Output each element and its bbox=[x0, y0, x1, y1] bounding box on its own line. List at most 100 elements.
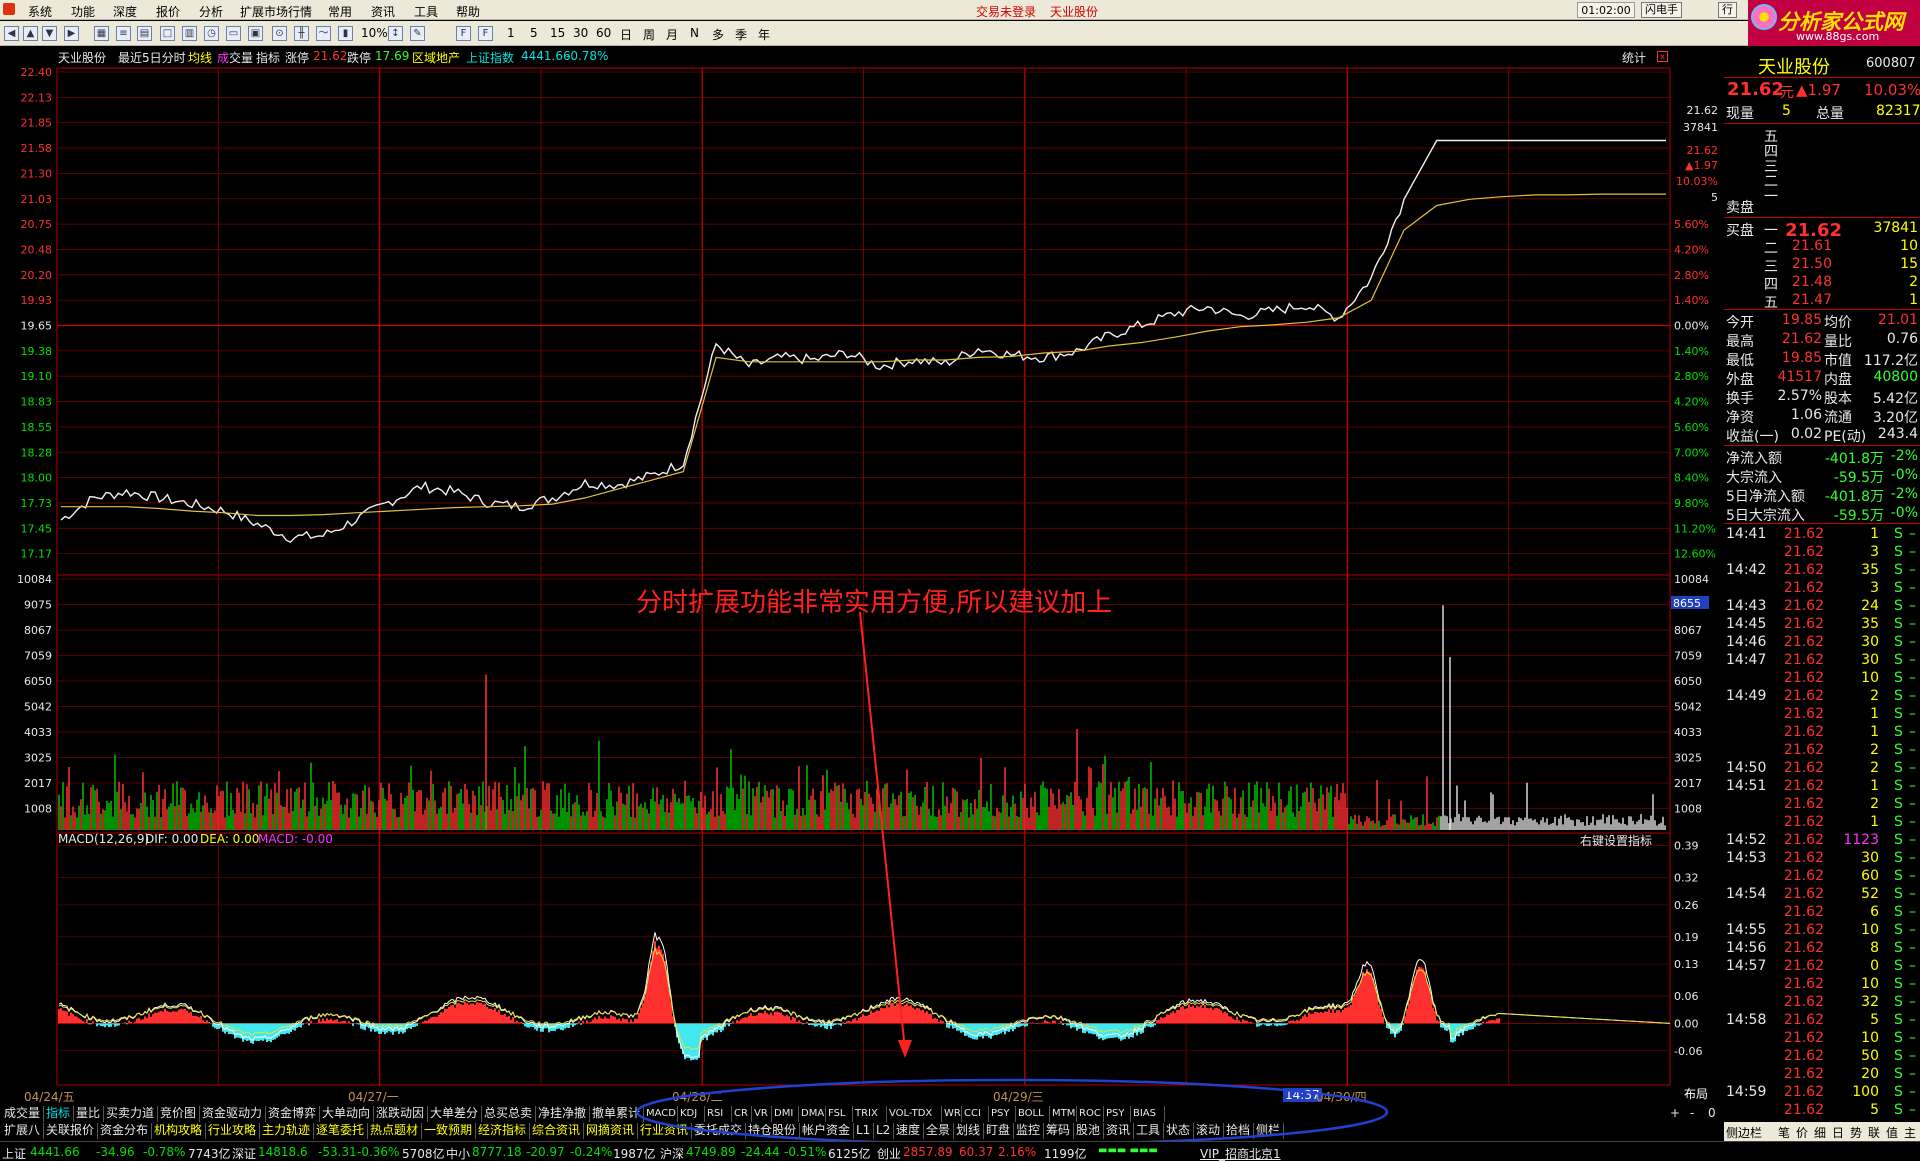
right-tab-4[interactable]: 日 bbox=[1832, 1124, 1844, 1141]
box-icon[interactable]: ▣ bbox=[248, 26, 263, 41]
tabs2-tab-15[interactable]: 帐户资金 bbox=[800, 1123, 854, 1139]
down-arrow-icon[interactable]: ▼ bbox=[42, 26, 57, 41]
table-icon[interactable]: ▤ bbox=[137, 26, 152, 41]
tabs2-tab-24[interactable]: 股池 bbox=[1074, 1123, 1104, 1139]
tabs1-tab-13[interactable]: MACD bbox=[644, 1106, 678, 1122]
right-tab-5[interactable]: 势 bbox=[1850, 1124, 1862, 1141]
sort-icon[interactable]: ↕ bbox=[388, 26, 403, 41]
period-month[interactable]: 月 bbox=[666, 26, 678, 43]
tabs1-tab-4[interactable]: 竞价图 bbox=[158, 1106, 200, 1122]
tabs2-tab-2[interactable]: 资金分布 bbox=[98, 1123, 152, 1139]
tabs2-tab-20[interactable]: 划线 bbox=[954, 1123, 984, 1139]
tabs2-tab-26[interactable]: 工具 bbox=[1134, 1123, 1164, 1139]
tabs1-tab-6[interactable]: 资金博弈 bbox=[266, 1106, 320, 1122]
app-logo-icon[interactable] bbox=[3, 3, 15, 15]
right-tab-3[interactable]: 细 bbox=[1814, 1124, 1826, 1141]
tabs2-tab-5[interactable]: 主力轨迹 bbox=[260, 1123, 314, 1139]
tabs1-tab-22[interactable]: VOL-TDX bbox=[887, 1106, 942, 1122]
right-tab-2[interactable]: 价 bbox=[1796, 1124, 1808, 1141]
tabs1-tab-1[interactable]: 指标 bbox=[44, 1106, 74, 1122]
tabs1-tab-0[interactable]: 成交量 bbox=[2, 1106, 44, 1122]
line-chart-icon[interactable]: 〜 bbox=[316, 26, 331, 41]
tabs1-tab-20[interactable]: FSL bbox=[826, 1106, 853, 1122]
tabs1-tab-11[interactable]: 净挂净撤 bbox=[536, 1106, 590, 1122]
tabs1-tab-29[interactable]: PSY bbox=[1104, 1106, 1131, 1122]
back-arrow-icon[interactable]: ◀ bbox=[4, 26, 19, 41]
clock-icon[interactable]: ◷ bbox=[204, 26, 219, 41]
tabs1-tab-7[interactable]: 大单动向 bbox=[320, 1106, 374, 1122]
tabs1-tab-2[interactable]: 量比 bbox=[74, 1106, 104, 1122]
percent-toggle[interactable]: 10% bbox=[361, 26, 388, 40]
menu-news[interactable]: 资讯 bbox=[371, 3, 395, 20]
tabs1-tab-21[interactable]: TRIX bbox=[853, 1106, 887, 1122]
forward-arrow-icon[interactable]: ▶ bbox=[64, 26, 79, 41]
sz-label[interactable]: 深证 bbox=[232, 1145, 256, 1161]
tabs1-tab-26[interactable]: BOLL bbox=[1016, 1106, 1050, 1122]
tabs1-tab-23[interactable]: WR bbox=[942, 1106, 962, 1122]
period-year[interactable]: 年 bbox=[758, 26, 770, 43]
tabs2-tab-16[interactable]: L1 bbox=[854, 1123, 874, 1139]
trade-button[interactable]: 行 bbox=[1718, 2, 1737, 18]
tabs2-tab-12[interactable]: 行业资讯 bbox=[638, 1123, 692, 1139]
right-tab-6[interactable]: 联 bbox=[1868, 1124, 1880, 1141]
menu-common[interactable]: 常用 bbox=[328, 3, 352, 20]
menu-depth[interactable]: 深度 bbox=[113, 3, 137, 20]
tabs2-tab-28[interactable]: 滚动 bbox=[1194, 1123, 1224, 1139]
tabs1-tab-3[interactable]: 买卖力道 bbox=[104, 1106, 158, 1122]
tabs2-tab-10[interactable]: 综合资讯 bbox=[530, 1123, 584, 1139]
tabs2-tab-4[interactable]: 行业攻略 bbox=[206, 1123, 260, 1139]
tabs1-tab-25[interactable]: PSY bbox=[989, 1106, 1016, 1122]
bar-chart-icon[interactable]: ▮ bbox=[338, 26, 353, 41]
menu-analysis[interactable]: 分析 bbox=[199, 3, 223, 20]
zoom-out-button[interactable]: - bbox=[1690, 1106, 1694, 1120]
hs-label[interactable]: 沪深 bbox=[660, 1145, 684, 1161]
info-sector[interactable]: 区域地产 bbox=[412, 49, 460, 66]
tabs2-tab-7[interactable]: 热点题材 bbox=[368, 1123, 422, 1139]
tabs2-tab-0[interactable]: 扩展八 bbox=[2, 1123, 44, 1139]
right-tab-0[interactable]: 侧边栏 bbox=[1726, 1124, 1762, 1141]
vip-server[interactable]: VIP_招商北京1 bbox=[1200, 1145, 1281, 1161]
stats-button[interactable]: 统计 bbox=[1622, 49, 1646, 66]
tabs1-tab-12[interactable]: 撤单累计 bbox=[590, 1106, 644, 1122]
menu-quote[interactable]: 报价 bbox=[156, 3, 180, 20]
right-tab-8[interactable]: 主 bbox=[1904, 1124, 1916, 1141]
menu-system[interactable]: 系统 bbox=[28, 3, 52, 20]
tabs1-tab-27[interactable]: MTM bbox=[1050, 1106, 1077, 1122]
tick-box[interactable]: 14:41 21.62 1 S –21.62 3 S –14:42 21.62 35 S –21.62… bbox=[1724, 525, 1920, 1121]
up-arrow-icon[interactable]: ▲ bbox=[23, 26, 38, 41]
tabs2-tab-11[interactable]: 网摘资讯 bbox=[584, 1123, 638, 1139]
tabs2-tab-3[interactable]: 机构攻略 bbox=[152, 1123, 206, 1139]
period-multi[interactable]: 多 bbox=[712, 26, 724, 43]
period-60min[interactable]: 60 bbox=[596, 26, 611, 40]
tabs1-tab-16[interactable]: CR bbox=[732, 1106, 752, 1122]
info-index-label[interactable]: 上证指数 bbox=[466, 49, 514, 66]
zoom-icon[interactable]: ⊙ bbox=[272, 26, 287, 41]
tabs2-tab-21[interactable]: 盯盘 bbox=[984, 1123, 1014, 1139]
menu-tools[interactable]: 工具 bbox=[414, 3, 438, 20]
zoom-reset-button[interactable]: 0 bbox=[1708, 1106, 1716, 1120]
menu-ext-market[interactable]: 扩展市场行情 bbox=[240, 3, 312, 20]
tabs2-tab-23[interactable]: 筹码 bbox=[1044, 1123, 1074, 1139]
tabs2-tab-19[interactable]: 全景 bbox=[924, 1123, 954, 1139]
tabs2-tab-14[interactable]: 持仓股份 bbox=[746, 1123, 800, 1139]
period-15min[interactable]: 15 bbox=[550, 26, 565, 40]
period-30min[interactable]: 30 bbox=[573, 26, 588, 40]
list-view-icon[interactable]: ≡ bbox=[116, 26, 131, 41]
period-1min[interactable]: 1 bbox=[507, 26, 515, 40]
rect-icon[interactable]: ▭ bbox=[226, 26, 241, 41]
tabs1-tab-18[interactable]: DMI bbox=[772, 1106, 799, 1122]
flash-trade-button[interactable]: 闪电手 bbox=[1641, 2, 1682, 18]
trade-login-status[interactable]: 交易未登录 bbox=[976, 3, 1036, 20]
f6-icon[interactable]: F bbox=[478, 26, 493, 41]
period-day[interactable]: 日 bbox=[620, 26, 632, 43]
period-5min[interactable]: 5 bbox=[530, 26, 538, 40]
tabs1-tab-8[interactable]: 涨跌动因 bbox=[374, 1106, 428, 1122]
tabs2-tab-22[interactable]: 监控 bbox=[1014, 1123, 1044, 1139]
tabs1-tab-14[interactable]: KDJ bbox=[678, 1106, 705, 1122]
tabs2-tab-17[interactable]: L2 bbox=[874, 1123, 894, 1139]
tabs1-tab-19[interactable]: DMA bbox=[799, 1106, 826, 1122]
menu-function[interactable]: 功能 bbox=[71, 3, 95, 20]
candle-chart-icon[interactable]: ╫ bbox=[294, 26, 309, 41]
tabs2-tab-25[interactable]: 资讯 bbox=[1104, 1123, 1134, 1139]
zx-label[interactable]: 中小 bbox=[446, 1145, 470, 1161]
